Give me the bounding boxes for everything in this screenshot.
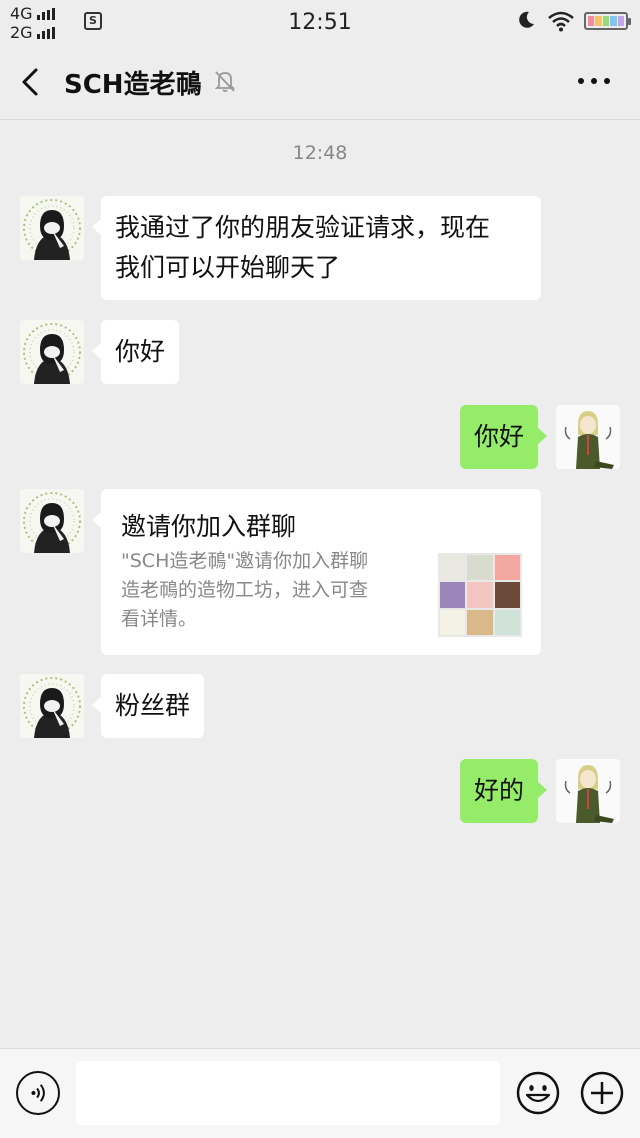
message-text: 你好: [473, 422, 524, 451]
message-text-line: 我通过了你的朋友验证请求，现在: [115, 213, 491, 242]
chat-header: SCH造老鳾: [0, 44, 640, 120]
group-invite-card[interactable]: 邀请你加入群聊 "SCH造老鳾"邀请你加入群聊 造老鳾的造物工坊，进入可查 看详…: [92, 489, 541, 655]
status-time: 12:51: [288, 10, 352, 35]
plus-icon[interactable]: [580, 1071, 624, 1115]
input-bar: [0, 1048, 640, 1138]
plague-doctor-avatar-icon: [23, 492, 81, 553]
message-bubble-self[interactable]: 你好: [459, 405, 548, 469]
self-avatar[interactable]: [556, 405, 620, 469]
anime-girl-avatar-icon: [556, 405, 620, 469]
message-text: 你好: [115, 337, 166, 366]
message-text-line: 我们可以开始聊天了: [115, 253, 341, 282]
group-avatar-grid-icon: [438, 553, 522, 637]
contact-avatar[interactable]: [20, 196, 84, 260]
more-options-icon[interactable]: [578, 78, 610, 86]
message-bubble[interactable]: 你好: [91, 320, 180, 384]
voice-icon[interactable]: [16, 1071, 60, 1115]
contact-avatar[interactable]: [20, 489, 84, 553]
invite-desc-line: "SCH造老鳾"邀请你加入群聊: [121, 550, 369, 572]
invite-description: "SCH造老鳾"邀请你加入群聊 造老鳾的造物工坊，进入可查 看详情。: [121, 547, 421, 634]
invite-title: 邀请你加入群聊: [121, 512, 297, 541]
battery-icon: [584, 12, 631, 30]
message-text: 粉丝群: [115, 691, 191, 720]
anime-girl-avatar-icon: [556, 759, 620, 823]
wifi-icon: [548, 11, 574, 32]
self-avatar[interactable]: [556, 759, 620, 823]
plague-doctor-avatar-icon: [23, 323, 81, 384]
plague-doctor-avatar-icon: [23, 199, 81, 260]
message-bubble-self[interactable]: 好的: [459, 759, 548, 823]
battery-seg: [617, 16, 625, 26]
message-bubble[interactable]: 粉丝群: [91, 674, 205, 738]
emoji-icon[interactable]: [516, 1071, 560, 1115]
bell-off-icon: [214, 71, 236, 92]
battery-seg: [602, 16, 610, 26]
message-bubble[interactable]: 我通过了你的朋友验证请求，现在 我们可以开始聊天了: [92, 196, 541, 300]
invite-desc-line: 造老鳾的造物工坊，进入可查: [121, 579, 369, 601]
contact-avatar[interactable]: [20, 320, 84, 384]
invite-desc-line: 看详情。: [121, 608, 198, 630]
plague-doctor-avatar-icon: [23, 677, 81, 738]
back-icon[interactable]: [18, 66, 44, 98]
message-text: 好的: [473, 776, 524, 805]
moon-icon: [519, 11, 534, 28]
status-bar: 4G 2G S 12:51: [0, 0, 640, 44]
battery-seg: [610, 16, 617, 26]
message-input[interactable]: [76, 1061, 500, 1125]
contact-avatar[interactable]: [20, 674, 84, 738]
chat-title: SCH造老鳾: [64, 70, 202, 100]
battery-seg: [588, 16, 595, 26]
battery-seg: [595, 16, 602, 26]
chat-timestamp: 12:48: [292, 142, 348, 164]
